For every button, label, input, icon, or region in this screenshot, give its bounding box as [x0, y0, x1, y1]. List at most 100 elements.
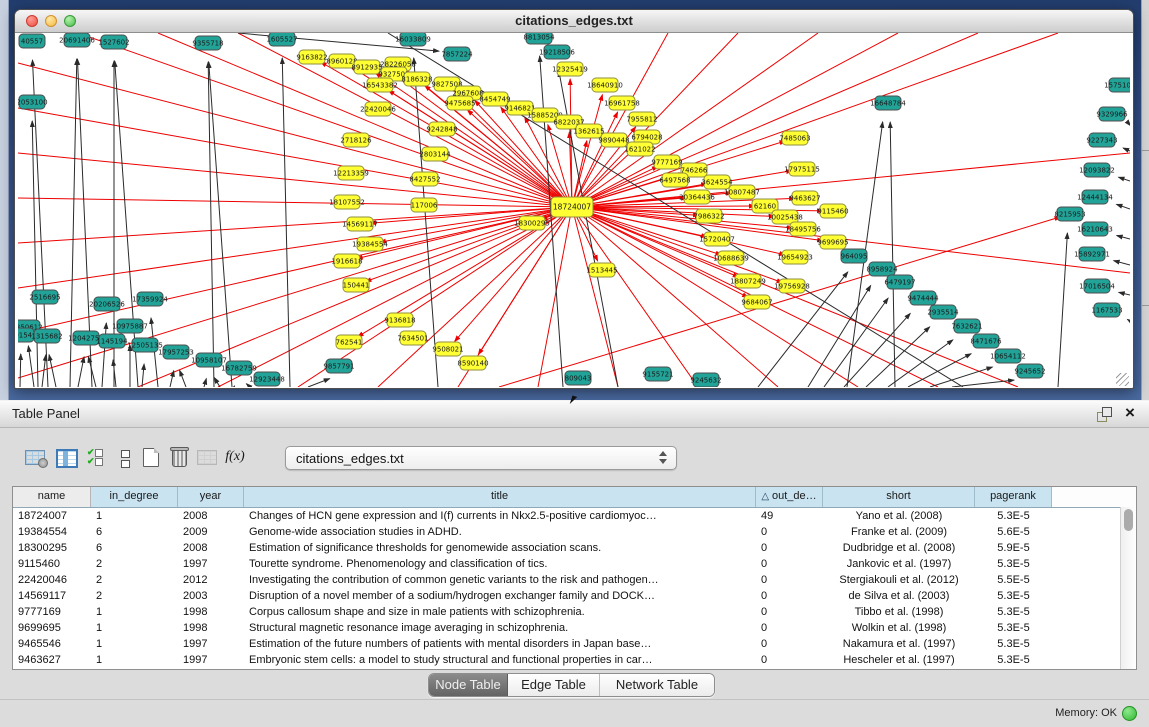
network-node[interactable]: 9857791	[323, 359, 354, 373]
network-node[interactable]: 12093822	[1079, 163, 1115, 177]
table-row[interactable]: 946554611997Estimation of the future num…	[13, 636, 1136, 652]
network-graph[interactable]: 4055720691406152760293557181605527160338…	[18, 33, 1130, 387]
network-node[interactable]: 809043	[565, 371, 592, 385]
network-node[interactable]: 15751074	[1104, 78, 1130, 92]
network-node[interactable]: 8471676	[970, 334, 1002, 348]
network-node[interactable]: 19384554	[352, 237, 388, 251]
network-node[interactable]: 10688639	[713, 251, 749, 265]
table-row[interactable]: 911546021997Tourette syndrome. Phenomeno…	[13, 556, 1136, 572]
table-selector-dropdown[interactable]: citations_edges.txt	[285, 446, 677, 470]
network-node[interactable]: 10975887	[112, 319, 148, 333]
network-node[interactable]: 7986322	[693, 209, 724, 223]
network-node[interactable]: 17359924	[132, 292, 168, 306]
function-builder-button[interactable]: f(x)	[222, 444, 248, 472]
network-node[interactable]: 12213359	[333, 166, 369, 180]
network-node[interactable]: 9136818	[384, 313, 415, 327]
network-node[interactable]: 10807487	[724, 185, 760, 199]
network-node[interactable]: 1315682	[31, 329, 62, 343]
network-node[interactable]: 1605527	[266, 33, 297, 46]
network-node[interactable]: 9355718	[192, 36, 223, 50]
network-node[interactable]: 8427552	[409, 172, 440, 186]
network-node[interactable]: 18640910	[587, 78, 623, 92]
table-row[interactable]: 1830029562008Estimation of significance …	[13, 540, 1136, 556]
network-node[interactable]: 9474444	[907, 291, 939, 305]
network-edge[interactable]	[209, 62, 232, 387]
network-node[interactable]: 9777169	[651, 155, 682, 169]
network-node[interactable]: 9475685	[444, 96, 475, 110]
network-edge[interactable]	[18, 207, 572, 333]
table-row[interactable]: 946362711997Embryonic stem cells: a mode…	[13, 652, 1136, 668]
table-mode-button[interactable]	[22, 444, 48, 472]
network-canvas[interactable]: 4055720691406152760293557181605527160338…	[18, 33, 1130, 387]
network-node[interactable]: 8813054	[523, 33, 555, 44]
network-node[interactable]: 12444134	[1077, 190, 1113, 204]
network-node[interactable]: 12923448	[249, 372, 285, 386]
network-edge[interactable]	[572, 33, 818, 207]
column-header-name[interactable]: name	[13, 487, 91, 507]
network-edge[interactable]	[42, 355, 46, 387]
network-edge[interactable]	[1127, 319, 1130, 321]
network-node[interactable]: 14569117	[342, 217, 378, 231]
network-node[interactable]: 8215953	[1054, 207, 1085, 221]
network-node[interactable]: 9245652	[1014, 364, 1045, 378]
network-node[interactable]: 19756928	[774, 279, 810, 293]
table-row[interactable]: 1872400712008Changes of HCN gene express…	[13, 508, 1136, 524]
network-node[interactable]: 2718126	[340, 133, 372, 147]
network-node[interactable]: 964095	[841, 249, 868, 263]
network-node[interactable]: 18807249	[730, 274, 766, 288]
network-node[interactable]: 17957253	[158, 345, 194, 359]
new-column-button[interactable]	[138, 444, 164, 472]
column-header-in-degree[interactable]: in_degree	[91, 487, 178, 507]
network-node[interactable]: 18107552	[329, 195, 365, 209]
desktop-right-scrollbar[interactable]	[1141, 0, 1149, 400]
network-edge[interactable]	[246, 384, 250, 387]
network-node[interactable]: 1145194	[96, 334, 128, 348]
network-node[interactable]: 1916618	[331, 254, 362, 268]
column-header-pagerank[interactable]: pagerank	[975, 487, 1052, 507]
column-visibility-button[interactable]	[54, 444, 80, 472]
network-node[interactable]: 8186328	[401, 72, 432, 86]
network-node[interactable]: 1167533	[1091, 303, 1122, 317]
network-node[interactable]: 6479197	[884, 275, 915, 289]
network-node[interactable]: 8590140	[457, 356, 488, 370]
network-edge[interactable]	[18, 108, 572, 207]
network-node[interactable]: 7955812	[626, 112, 657, 126]
network-edge[interactable]	[18, 207, 572, 243]
resize-grip[interactable]	[1116, 373, 1129, 386]
network-edge[interactable]	[808, 286, 871, 387]
network-edge[interactable]	[49, 355, 56, 387]
network-node[interactable]: 16210643	[1077, 222, 1113, 236]
network-node[interactable]: 9699695	[817, 235, 848, 249]
network-node[interactable]: 20364436	[679, 190, 715, 204]
network-node[interactable]: 9163822	[296, 50, 327, 64]
network-node[interactable]: 12325419	[552, 62, 588, 76]
network-node[interactable]: 18495756	[785, 222, 821, 236]
network-node[interactable]: 7634501	[397, 331, 428, 345]
network-node[interactable]: 19218506	[539, 45, 575, 59]
network-edge[interactable]	[180, 370, 186, 387]
network-node[interactable]: 762541	[336, 335, 363, 349]
import-table-button[interactable]	[194, 444, 220, 472]
column-header-title[interactable]: title	[244, 487, 756, 507]
table-row[interactable]: 2242004622012Investigating the contribut…	[13, 572, 1136, 588]
column-select-button[interactable]: ✔✔	[84, 444, 110, 472]
network-node[interactable]: 18300295	[514, 216, 550, 230]
network-edge[interactable]	[28, 346, 34, 387]
network-edge[interactable]	[18, 207, 572, 288]
network-node[interactable]: 7857224	[441, 47, 473, 61]
table-row[interactable]: 1938455462009Genome-wide association stu…	[13, 524, 1136, 540]
network-node[interactable]: 18724007	[551, 197, 593, 217]
network-node[interactable]: 150441	[343, 278, 370, 292]
network-edge[interactable]	[499, 217, 1060, 387]
network-edge[interactable]	[572, 95, 602, 207]
network-edge[interactable]	[18, 63, 572, 207]
delete-column-button[interactable]	[166, 444, 192, 472]
network-node[interactable]: 9227343	[1086, 133, 1117, 147]
network-edge[interactable]	[1119, 292, 1130, 295]
network-node[interactable]: 9245632	[690, 373, 721, 387]
network-edge[interactable]	[890, 122, 895, 387]
network-node[interactable]: 2935514	[927, 305, 959, 319]
window-titlebar[interactable]: citations_edges.txt	[15, 10, 1133, 33]
network-node[interactable]: 16961758	[604, 96, 640, 110]
network-edge[interactable]	[218, 207, 572, 387]
